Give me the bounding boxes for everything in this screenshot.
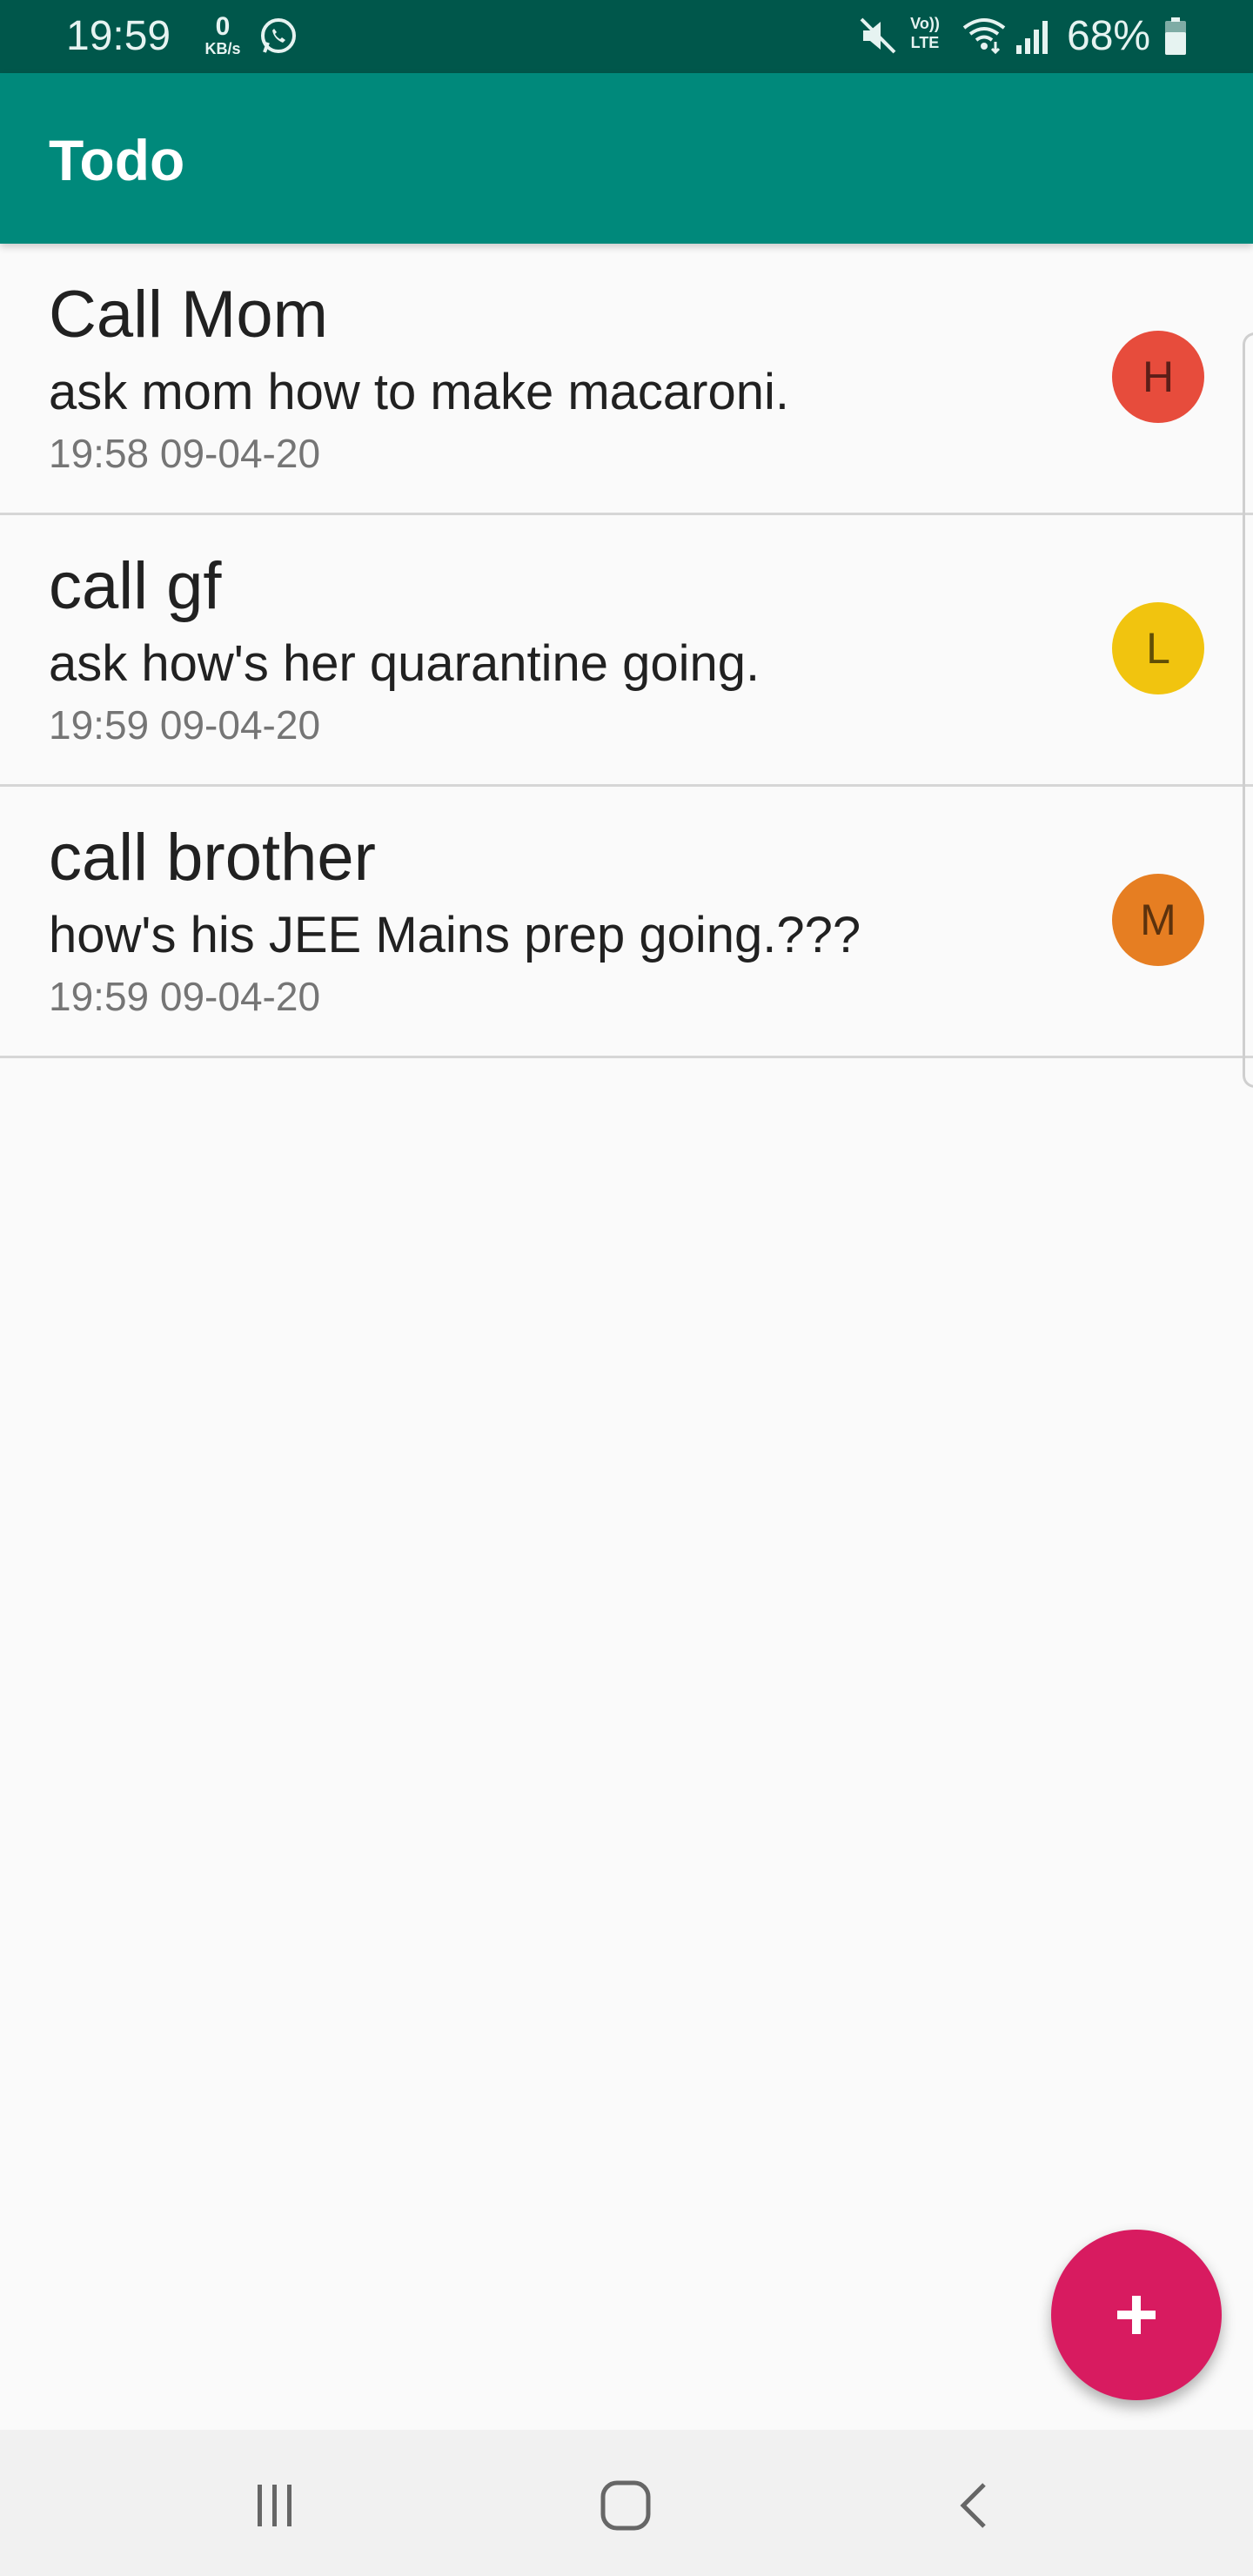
todo-title: call gf bbox=[49, 549, 222, 623]
add-todo-button[interactable] bbox=[1051, 2230, 1222, 2400]
todo-timestamp: 19:59 09-04-20 bbox=[49, 702, 321, 748]
todo-item[interactable]: Call Mom ask mom how to make macaroni. 1… bbox=[0, 244, 1253, 515]
todo-timestamp: 19:58 09-04-20 bbox=[49, 431, 321, 476]
todo-timestamp: 19:59 09-04-20 bbox=[49, 974, 321, 1019]
signal-icon bbox=[1016, 21, 1048, 54]
home-icon bbox=[600, 2480, 651, 2531]
home-button[interactable] bbox=[586, 2466, 665, 2545]
network-speed: 0 KB/s bbox=[198, 12, 247, 58]
back-button[interactable] bbox=[936, 2466, 1015, 2545]
wifi-icon bbox=[962, 18, 1006, 55]
todo-description: ask how's her quarantine going. bbox=[49, 635, 761, 692]
network-speed-value: 0 bbox=[215, 12, 231, 41]
todo-avatar: M bbox=[1112, 874, 1204, 966]
todo-item[interactable]: call gf ask how's her quarantine going. … bbox=[0, 515, 1253, 787]
todo-description: how's his JEE Mains prep going.??? bbox=[49, 907, 861, 963]
navigation-bar bbox=[0, 2430, 1253, 2576]
battery-icon bbox=[1165, 17, 1186, 55]
status-time: 19:59 bbox=[66, 13, 171, 59]
todo-list: Call Mom ask mom how to make macaroni. 1… bbox=[0, 244, 1253, 1058]
todo-avatar: H bbox=[1112, 331, 1204, 423]
battery-percent: 68% bbox=[1067, 13, 1151, 59]
edge-panel-handle[interactable] bbox=[1243, 332, 1253, 1088]
status-bar: 19:59 0 KB/s Vo)) LTE 68% bbox=[0, 0, 1253, 73]
volte-label-top: Vo)) bbox=[910, 15, 940, 32]
todo-title: call brother bbox=[49, 821, 376, 895]
app-title: Todo bbox=[49, 128, 185, 192]
whatsapp-icon bbox=[261, 18, 296, 53]
todo-avatar: L bbox=[1112, 602, 1204, 694]
app-bar: Todo bbox=[0, 73, 1253, 244]
todo-item[interactable]: call brother how's his JEE Mains prep go… bbox=[0, 787, 1253, 1058]
mute-icon bbox=[860, 17, 896, 54]
plus-icon bbox=[1117, 2296, 1156, 2334]
todo-title: Call Mom bbox=[49, 278, 328, 352]
todo-description: ask mom how to make macaroni. bbox=[49, 364, 789, 420]
network-speed-unit: KB/s bbox=[204, 40, 241, 57]
volte-icon: Vo)) LTE bbox=[905, 14, 945, 52]
back-icon bbox=[960, 2483, 986, 2528]
recent-apps-icon bbox=[258, 2485, 291, 2526]
volte-label-bottom: LTE bbox=[910, 34, 940, 51]
recent-apps-button[interactable] bbox=[236, 2466, 314, 2545]
